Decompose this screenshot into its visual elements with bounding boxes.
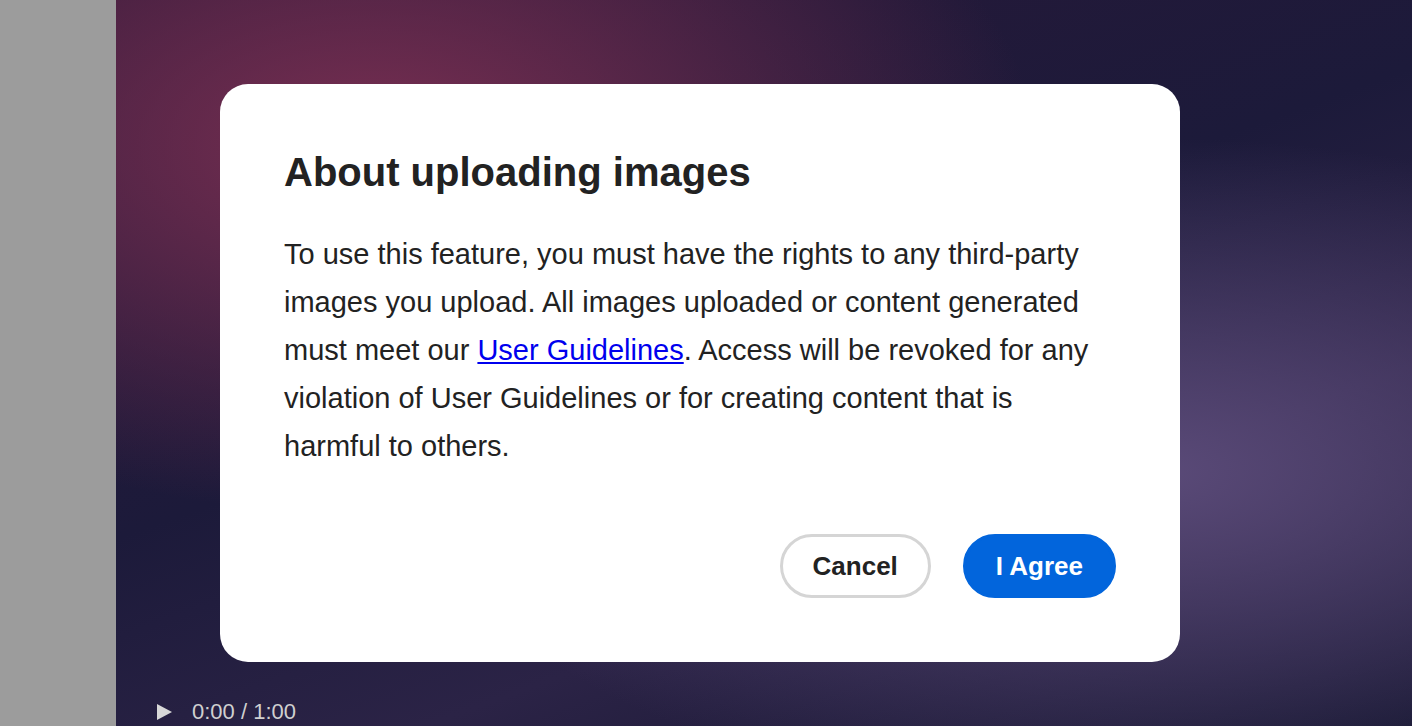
cancel-button[interactable]: Cancel bbox=[780, 534, 931, 598]
page: 0:00 / 1:00 About uploading images To use … bbox=[0, 0, 1412, 726]
upload-dialog: About uploading images To use this featur… bbox=[220, 84, 1180, 662]
dialog-body: To use this feature, you must have the r… bbox=[284, 230, 1116, 470]
video-controls: 0:00 / 1:00 bbox=[154, 700, 296, 724]
time-readout: 0:00 / 1:00 bbox=[192, 700, 296, 724]
dialog-title: About uploading images bbox=[284, 148, 1116, 196]
user-guidelines-link[interactable]: User Guidelines bbox=[477, 334, 683, 366]
agree-button[interactable]: I Agree bbox=[963, 534, 1116, 598]
side-strip bbox=[0, 0, 116, 726]
play-icon[interactable] bbox=[154, 702, 174, 722]
dialog-actions: Cancel I Agree bbox=[284, 534, 1116, 598]
